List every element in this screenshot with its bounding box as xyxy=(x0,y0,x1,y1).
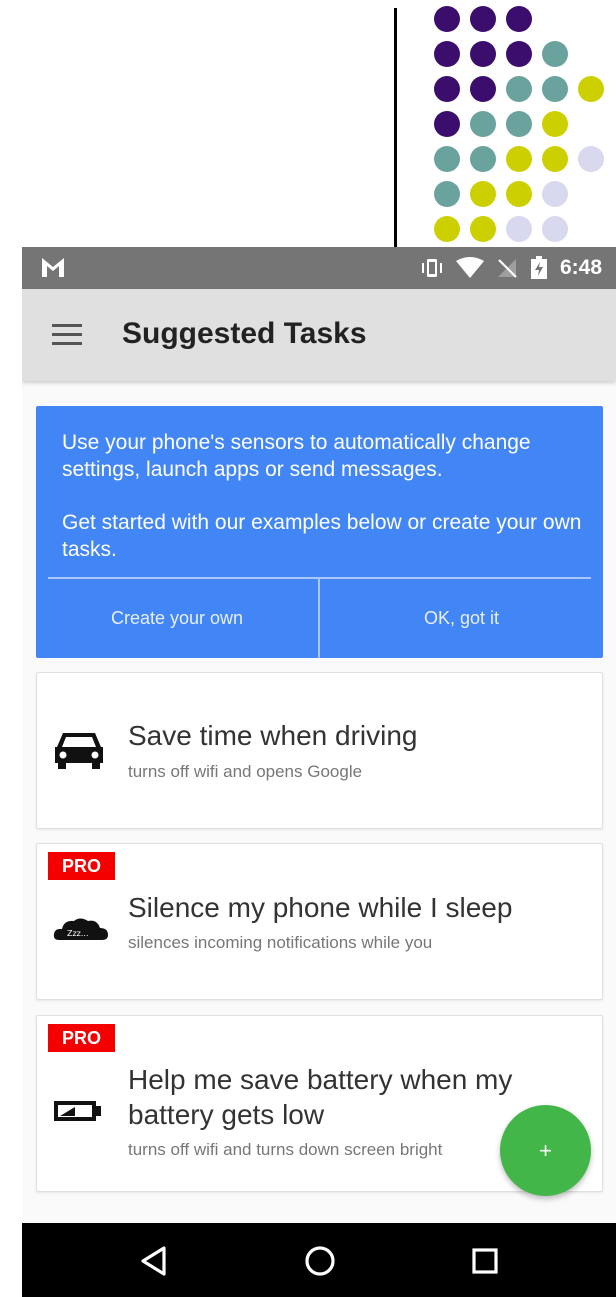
task-subtitle: silences incoming notifications while yo… xyxy=(128,933,433,952)
page-title: Suggested Tasks xyxy=(122,317,367,350)
logo-dot xyxy=(470,111,496,137)
recents-icon[interactable] xyxy=(465,1241,505,1281)
gmail-icon xyxy=(42,258,64,277)
pro-badge: PRO xyxy=(48,1024,115,1052)
logo-dot xyxy=(434,111,460,137)
logo-dot xyxy=(434,76,460,102)
logo-dot xyxy=(578,146,604,172)
banner-text-2: Get started with our examples below or c… xyxy=(62,511,582,561)
logo-dot xyxy=(434,216,460,242)
logo-dot xyxy=(470,41,496,67)
logo-dot xyxy=(434,181,460,207)
sleep-cloud-icon: Zzz... xyxy=(53,918,108,940)
task-title: Silence my phone while I sleep xyxy=(128,892,513,923)
pro-badge: PRO xyxy=(48,852,115,880)
ok-got-it-button[interactable]: OK, got it xyxy=(320,579,603,658)
app-bar: Suggested Tasks xyxy=(22,289,616,381)
status-icons: 6:48 xyxy=(420,255,602,281)
low-battery-icon xyxy=(54,1101,101,1121)
home-icon[interactable] xyxy=(300,1241,340,1281)
no-sim-icon xyxy=(497,259,517,278)
logo-dot xyxy=(434,6,460,32)
wifi-icon xyxy=(455,257,484,278)
logo-dot xyxy=(542,41,568,67)
logo-dot xyxy=(542,76,568,102)
logo-dot xyxy=(470,6,496,32)
hamburger-menu-icon[interactable] xyxy=(50,321,84,349)
info-banner: Use your phone's sensors to automaticall… xyxy=(36,406,603,658)
svg-text:Zzz...: Zzz... xyxy=(67,929,89,938)
add-task-button[interactable]: + xyxy=(500,1105,591,1196)
logo-dot xyxy=(542,181,568,207)
logo-dot xyxy=(506,111,532,137)
logo-dot xyxy=(506,146,532,172)
logo-dot xyxy=(542,146,568,172)
task-title-line-1: Help me save battery when my xyxy=(128,1064,513,1095)
task-title: Save time when driving xyxy=(128,720,418,751)
logo-dot xyxy=(578,76,604,102)
logo-dot xyxy=(506,181,532,207)
logo-dot xyxy=(542,216,568,242)
logo-dot xyxy=(470,146,496,172)
create-your-own-button[interactable]: Create your own xyxy=(36,579,318,658)
logo-dot xyxy=(470,216,496,242)
logo-dot xyxy=(506,216,532,242)
logo-dot xyxy=(506,76,532,102)
task-title-line-2: battery gets low xyxy=(128,1099,325,1130)
logo-dot xyxy=(470,181,496,207)
battery-charging-icon xyxy=(530,256,547,279)
screenshot: 6:48 Suggested Tasks Use your phone's se… xyxy=(0,0,616,1297)
status-bar: 6:48 xyxy=(22,247,616,289)
back-icon[interactable] xyxy=(134,1241,174,1281)
task-subtitle: turns off wifi and opens Google xyxy=(128,762,363,781)
logo-dot xyxy=(434,146,460,172)
car-icon xyxy=(55,733,103,769)
status-time: 6:48 xyxy=(559,256,602,279)
logo-dot xyxy=(542,111,568,137)
logo-dot xyxy=(506,41,532,67)
phone-screen: 6:48 Suggested Tasks Use your phone's se… xyxy=(22,247,616,1297)
nav-bar xyxy=(22,1223,616,1297)
task-card-driving[interactable]: Save time when driving turns off wifi an… xyxy=(36,672,603,829)
task-subtitle: turns off wifi and turns down screen bri… xyxy=(128,1140,443,1159)
logo-divider xyxy=(394,8,397,248)
logo-dot xyxy=(434,41,460,67)
vibrate-icon xyxy=(421,259,442,277)
task-card-sleep[interactable]: PRO Zzz... Silence my phone while I slee… xyxy=(36,843,603,1000)
logo-dot xyxy=(470,76,496,102)
logo-dot xyxy=(506,6,532,32)
banner-text-1: Use your phone's sensors to automaticall… xyxy=(62,431,531,481)
